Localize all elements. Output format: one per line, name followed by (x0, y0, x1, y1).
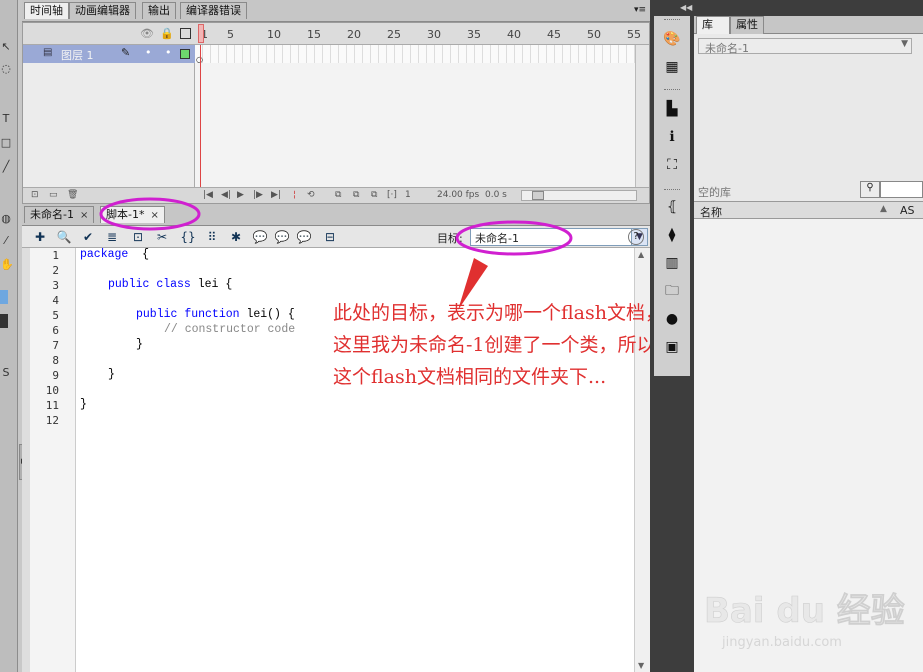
library-column-header: 名称 ▲ AS链 (694, 201, 923, 232)
search-icon[interactable]: ⚲ (860, 181, 880, 198)
chevron-down-icon[interactable]: ▼ (901, 39, 908, 49)
project-icon[interactable]: 🗀 (663, 282, 681, 300)
watermark-brand: Bai du 经验 (704, 591, 905, 631)
library-document-value: 未命名-1 (705, 42, 749, 55)
grip[interactable] (664, 19, 680, 20)
tab-properties[interactable]: 属性 (730, 16, 764, 34)
components-icon[interactable]: ⧫ (663, 226, 681, 244)
dock-group: ⦃ ⧫ ▥ 🗀 ● ▣ (654, 186, 690, 376)
empty-library-label: 空的库 (698, 186, 731, 199)
library-panel: 库 属性 未命名-1 ▼ 空的库 ⚲ 名称 ▲ AS链 Bai du 经验 ji… (694, 0, 923, 672)
code-snippets-icon[interactable]: ⦃ (663, 198, 681, 216)
collapse-dock-icon[interactable]: ◀◀ (680, 3, 692, 12)
color-panel-icon[interactable]: 🎨 (663, 30, 681, 48)
library-icon[interactable]: ▥ (663, 254, 681, 272)
motion-presets-icon[interactable]: ● (663, 310, 681, 328)
highlight-circle-target (455, 220, 573, 256)
panel-header (694, 0, 923, 16)
watermark-url: jingyan.baidu.com (721, 635, 842, 650)
sort-icon[interactable]: ▲ (880, 204, 887, 214)
info-panel-icon[interactable]: ℹ (663, 128, 681, 146)
swatches-panel-icon[interactable]: ▦ (663, 58, 681, 76)
transform-panel-icon[interactable]: ⛶ (663, 156, 681, 174)
grip[interactable] (664, 89, 680, 90)
library-search-input[interactable] (880, 181, 923, 198)
library-tab-bar: 库 属性 (694, 16, 923, 34)
tab-library[interactable]: 库 (696, 16, 730, 34)
library-document-select[interactable]: 未命名-1 ▼ (698, 38, 912, 55)
column-name[interactable]: 名称 (700, 204, 722, 220)
movie-explorer-icon[interactable]: ▣ (663, 338, 681, 356)
highlight-circle-tab (99, 197, 201, 231)
annotation-arrow (458, 258, 488, 310)
align-panel-icon[interactable]: ▙ (663, 100, 681, 118)
dock-group: ▙ ℹ ⛶ (654, 86, 690, 186)
grip[interactable] (664, 189, 680, 190)
panel-dock: ◀◀ 🎨 ▦ ▙ ℹ ⛶ ⦃ ⧫ ▥ 🗀 ● ▣ (650, 0, 694, 672)
dock-group: 🎨 ▦ (654, 16, 690, 86)
baidu-watermark: Bai du 经验 jingyan.baidu.com (704, 591, 905, 650)
